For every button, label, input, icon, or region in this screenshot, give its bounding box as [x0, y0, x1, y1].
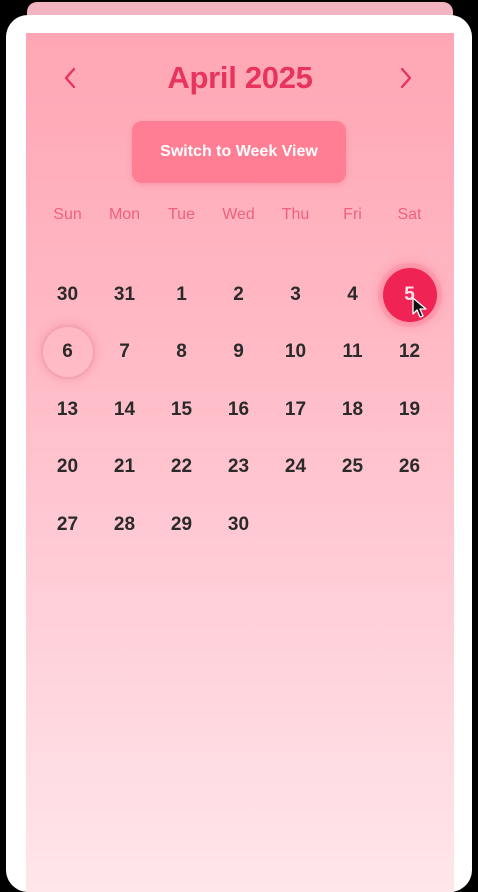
day-cell[interactable]: 15 [153, 381, 210, 439]
weekday-label: Sun [53, 206, 82, 223]
day-cell[interactable]: 3 [267, 266, 324, 324]
day-cell[interactable]: 23 [210, 439, 267, 497]
weekday-label: Tue [168, 206, 195, 223]
day-number: 27 [56, 513, 79, 535]
day-cell[interactable]: 1 [153, 266, 210, 324]
day-number: 7 [119, 341, 130, 363]
weekday-label: Mon [108, 206, 141, 223]
chevron-left-icon [64, 67, 76, 89]
calendar-header: April 2025 [26, 55, 454, 101]
day-number: 4 [347, 283, 358, 305]
day-number: 1 [176, 283, 187, 305]
day-number: 14 [113, 398, 136, 420]
day-number: 12 [398, 341, 421, 363]
day-number: 28 [113, 513, 136, 535]
day-cell[interactable]: 16 [210, 381, 267, 439]
day-cell[interactable]: 4 [324, 266, 381, 324]
day-cell[interactable]: 2 [210, 266, 267, 324]
day-number: 29 [170, 513, 193, 535]
weekday-label: Wed [222, 206, 255, 223]
day-cell[interactable]: 24 [267, 439, 324, 497]
day-number: 16 [227, 398, 250, 420]
day-number: 20 [56, 456, 79, 478]
day-cell[interactable]: 10 [267, 324, 324, 382]
calendar-screen: April 2025 Switch to Week View Sun Mon T… [26, 33, 454, 892]
day-cell[interactable]: 19 [381, 381, 438, 439]
weekday-label: Sat [397, 206, 422, 223]
day-number: 15 [170, 398, 193, 420]
day-number: 30 [227, 513, 250, 535]
day-cell[interactable]: 30 [210, 496, 267, 554]
day-number: 21 [113, 456, 136, 478]
day-cell[interactable]: 9 [210, 324, 267, 382]
weekday-header-row: Sun Mon Tue Wed Thu Fri Sat [39, 203, 439, 227]
switch-view-button[interactable]: Switch to Week View [132, 121, 346, 183]
day-cell[interactable]: 12 [381, 324, 438, 382]
next-month-button[interactable] [388, 60, 424, 96]
day-number: 13 [56, 398, 79, 420]
day-cell[interactable]: 13 [39, 381, 96, 439]
day-number: 22 [170, 456, 193, 478]
day-number: 2 [233, 283, 244, 305]
day-number: 26 [398, 456, 421, 478]
selected-day-number: 5 [382, 267, 437, 322]
day-number: 31 [113, 283, 136, 305]
day-number: 9 [233, 341, 244, 363]
weekday-label: Thu [281, 206, 310, 223]
day-number: 19 [398, 398, 421, 420]
day-cell[interactable]: 7 [96, 324, 153, 382]
chevron-right-icon [400, 67, 412, 89]
day-cell[interactable]: 27 [39, 496, 96, 554]
day-cell[interactable]: 29 [153, 496, 210, 554]
day-number: 8 [176, 341, 187, 363]
day-cell-today[interactable]: 6 [39, 324, 96, 382]
day-cell[interactable]: 18 [324, 381, 381, 439]
day-number: 18 [341, 398, 364, 420]
previous-month-button[interactable] [52, 60, 88, 96]
days-grid: 30 31 1 2 3 4 5 6 7 8 9 10 11 12 13 14 1… [39, 266, 439, 554]
day-number: 10 [284, 341, 307, 363]
day-cell[interactable]: 11 [324, 324, 381, 382]
day-number: 17 [284, 398, 307, 420]
day-cell[interactable]: 31 [96, 266, 153, 324]
day-cell[interactable]: 28 [96, 496, 153, 554]
day-number: 11 [342, 341, 363, 363]
day-cell[interactable]: 8 [153, 324, 210, 382]
day-cell[interactable]: 25 [324, 439, 381, 497]
day-cell[interactable]: 17 [267, 381, 324, 439]
day-number: 24 [284, 456, 307, 478]
day-cell[interactable]: 22 [153, 439, 210, 497]
day-cell[interactable]: 20 [39, 439, 96, 497]
month-title: April 2025 [167, 60, 313, 95]
weekday-label: Fri [343, 206, 362, 223]
today-day-number: 6 [41, 325, 95, 379]
day-number: 23 [227, 456, 250, 478]
day-cell[interactable]: 30 [39, 266, 96, 324]
day-cell[interactable]: 26 [381, 439, 438, 497]
day-cell[interactable]: 21 [96, 439, 153, 497]
day-number: 25 [341, 456, 364, 478]
day-cell[interactable]: 14 [96, 381, 153, 439]
day-cell-selected[interactable]: 5 [381, 266, 438, 324]
day-number: 3 [290, 283, 301, 305]
day-number: 30 [56, 283, 79, 305]
